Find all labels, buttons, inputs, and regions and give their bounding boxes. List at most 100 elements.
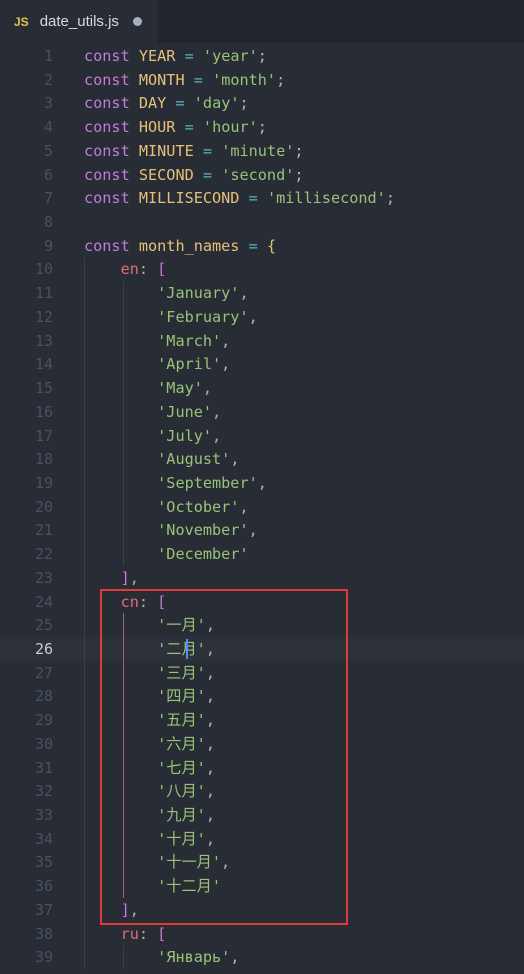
code-line[interactable]: 22 'December' <box>0 542 524 566</box>
code-line[interactable]: 9 const month_names = { <box>0 234 524 258</box>
code-token: const <box>84 189 139 208</box>
code-token: 'second' <box>221 165 295 184</box>
code-token: 'August' <box>157 450 231 469</box>
code-line[interactable]: 19 'September', <box>0 471 524 495</box>
code-token: 'April' <box>157 355 222 374</box>
code-line[interactable]: 12 'February', <box>0 305 524 329</box>
line-number: 26 <box>34 640 53 658</box>
code-line[interactable]: 2 const MONTH = 'month'; <box>0 68 524 92</box>
line-number: 11 <box>34 284 53 303</box>
code-token: ; <box>294 141 304 160</box>
code-text: en: [ <box>84 257 167 281</box>
code-line[interactable]: 23 ], <box>0 566 524 590</box>
line-number: 31 <box>34 758 53 777</box>
code-token: : <box>138 924 158 943</box>
code-line[interactable]: 6 const SECOND = 'second'; <box>0 163 524 187</box>
code-token: HOUR <box>138 118 176 137</box>
code-line[interactable]: 1 const YEAR = 'year'; <box>0 44 524 68</box>
code-token: , <box>230 948 240 967</box>
code-text: ru: [ <box>84 922 167 946</box>
code-token: 'millisecond' <box>266 189 386 208</box>
code-text: const month_names = { <box>84 234 276 258</box>
code-token: ; <box>385 189 395 208</box>
code-token: const <box>84 70 139 89</box>
tab-title: date_utils.js <box>39 13 119 30</box>
code-token: [ <box>157 260 167 279</box>
code-token: = <box>248 236 258 255</box>
code-line[interactable]: 38 ru: [ <box>0 922 524 946</box>
code-line[interactable]: 5 const MINUTE = 'minute'; <box>0 139 524 163</box>
code-token: = <box>193 70 203 89</box>
code-token: const <box>84 47 139 65</box>
line-number: 28 <box>34 687 53 706</box>
line-number: 6 <box>43 165 53 184</box>
code-token: : <box>138 260 158 279</box>
code-line[interactable]: 21 'November', <box>0 518 524 542</box>
code-line[interactable]: 14 'April', <box>0 352 524 376</box>
code-token: 'month' <box>212 70 277 89</box>
line-number: 38 <box>34 924 53 943</box>
code-line[interactable]: 16 'June', <box>0 400 524 424</box>
line-number: 7 <box>43 189 53 208</box>
code-token: month_names <box>138 236 240 255</box>
code-line[interactable]: 4 const HOUR = 'hour'; <box>0 115 524 139</box>
code-token: const <box>84 118 139 137</box>
code-token: ; <box>257 47 267 65</box>
code-token: 'November' <box>157 521 249 540</box>
code-line[interactable]: 11 'January', <box>0 281 524 305</box>
line-number: 18 <box>34 450 53 469</box>
code-token: , <box>239 284 249 303</box>
line-number: 37 <box>34 900 53 919</box>
code-text: const MILLISECOND = 'millisecond'; <box>84 186 395 210</box>
code-line[interactable]: 7 const MILLISECOND = 'millisecond'; <box>0 186 524 210</box>
code-token: 'May' <box>157 379 203 398</box>
code-token: const <box>84 94 139 113</box>
code-line[interactable]: 8 <box>0 210 524 234</box>
code-text: 'May', <box>84 376 212 400</box>
code-token: , <box>221 331 231 350</box>
code-token: en <box>120 260 139 279</box>
indent-guide <box>123 945 124 970</box>
code-text: const MINUTE = 'minute'; <box>84 139 304 163</box>
code-line[interactable]: 39 'Январь', <box>0 945 524 969</box>
code-token: const <box>84 141 139 160</box>
code-token: 'June' <box>157 402 213 421</box>
line-number: 36 <box>34 877 53 896</box>
code-line[interactable]: 15 'May', <box>0 376 524 400</box>
code-line[interactable]: 13 'March', <box>0 329 524 353</box>
code-text: 'Январь', <box>84 945 239 969</box>
code-text: 'February', <box>84 305 258 329</box>
code-token: 'day' <box>193 94 240 113</box>
code-token: 'March' <box>157 331 222 350</box>
code-line[interactable]: 3 const DAY = 'day'; <box>0 91 524 115</box>
unsaved-dot-icon[interactable] <box>133 17 142 26</box>
code-token: ; <box>294 165 304 184</box>
code-line[interactable]: 18 'August', <box>0 447 524 471</box>
code-line[interactable]: 20 'October', <box>0 495 524 519</box>
code-token: = <box>175 94 185 113</box>
code-token: ; <box>239 94 249 113</box>
code-token: 'Январь' <box>157 948 231 967</box>
code-token: = <box>184 47 194 65</box>
editor-tab[interactable]: JS date_utils.js <box>0 0 158 43</box>
code-line[interactable]: 10 en: [ <box>0 257 524 281</box>
indent-guide <box>84 257 85 970</box>
code-token: 'year' <box>202 47 258 65</box>
code-token: ] <box>120 568 130 587</box>
code-line[interactable]: 17 'July', <box>0 424 524 448</box>
